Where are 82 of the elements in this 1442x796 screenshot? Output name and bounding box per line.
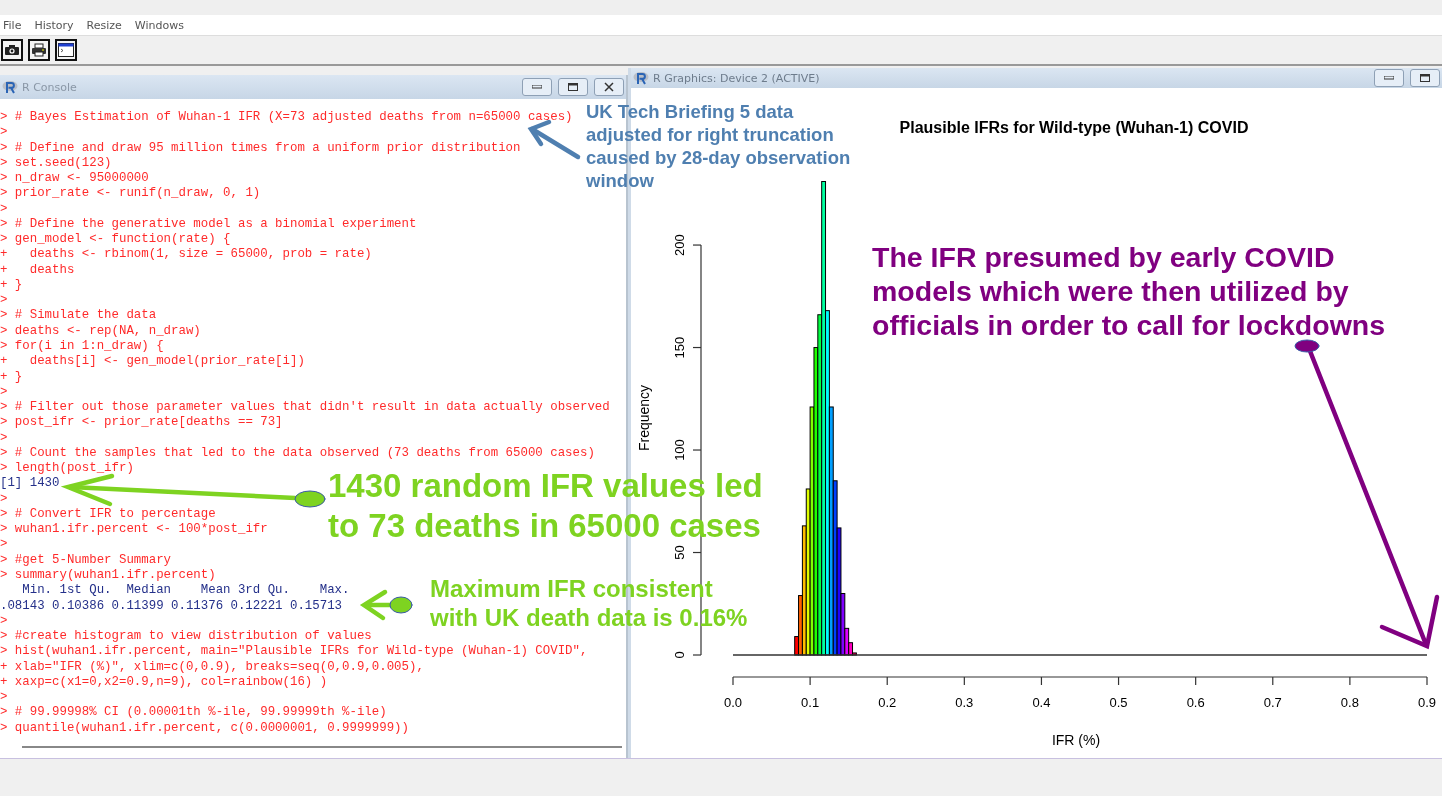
- console-line: + xlab="IFR (%)", xlim=c(0,0.9), breaks=seq(0,0.9,0.005),: [0, 659, 424, 675]
- console-output: [1] 1430: [0, 476, 60, 492]
- console-line: + }: [0, 277, 23, 294]
- console-line: >: [0, 384, 8, 401]
- annotation-text: The IFR presumed by early COVID models which were then utilized by officials in order to call for lockdowns: [872, 240, 1386, 342]
- maximize-button[interactable]: [558, 78, 588, 96]
- console-line: >: [0, 690, 8, 706]
- console-line: >: [0, 293, 8, 309]
- console-line: > #create histogram to view distribution of values: [0, 629, 372, 645]
- x-tick-label: 0.6: [1186, 695, 1205, 710]
- console-line: > # Convert IFR to percentage: [0, 506, 216, 523]
- close-icon: [604, 82, 614, 92]
- maximize-button[interactable]: [1410, 69, 1440, 87]
- console-line: > # Filter out those parameter values that didn't result in data actually observed: [0, 400, 610, 416]
- console-line: > prior_rate <- runif(n_draw, 0, 1): [0, 186, 261, 202]
- console-output: .08143 0.10386 0.11399 0.11376 0.12221 0.15713: [0, 598, 343, 614]
- console-line: + deaths[i] <- gen_model(prior_rate[i]): [0, 354, 305, 370]
- x-tick-label: 0.1: [801, 695, 820, 710]
- console-line: >: [0, 125, 8, 141]
- x-tick-label: 0.8: [1340, 695, 1359, 710]
- console-line: > post_ifr <- prior_rate[deaths == 73]: [0, 415, 283, 431]
- console-line: > quantile(wuhan1.ifr.percent, c(0.0000001, 0.9999999)): [0, 720, 409, 736]
- close-button[interactable]: [594, 78, 624, 96]
- camera-icon[interactable]: [1, 39, 23, 61]
- console-line: >: [0, 491, 8, 507]
- console-line: > summary(wuhan1.ifr.percent): [0, 567, 216, 584]
- x-tick-label: 0.5: [1109, 695, 1128, 710]
- console-line: + xaxp=c(x1=0,x2=0.9,n=9), col=rainbow(16) ): [0, 674, 328, 691]
- x-tick-label: 0.9: [1417, 695, 1437, 710]
- console-output: Min. 1st Qu. Median Mean 3rd Qu. Max.: [21, 583, 350, 599]
- maximize-icon: [1420, 74, 1430, 82]
- console-line: > n_draw <- 95000000: [0, 171, 149, 187]
- minimize-icon: [1384, 76, 1394, 80]
- console-line: + deaths: [0, 262, 75, 278]
- console-line: > # Define and draw 95 million times from a uniform prior distribution: [0, 140, 521, 156]
- console-line: > hist(wuhan1.ifr.percent, main="Plausible IFRs for Wild-type (Wuhan-1) COVID",: [0, 644, 588, 660]
- console-line: >: [0, 201, 8, 217]
- console-window-icon[interactable]: [55, 39, 77, 61]
- minimize-icon: [532, 85, 542, 89]
- y-tick-label: 150: [672, 336, 687, 359]
- console-line: + deaths <- rbinom(1, size = 65000, prob = rate): [0, 247, 372, 263]
- menu-item[interactable]: File: [0, 18, 28, 32]
- console-line: > #get 5-Number Summary: [0, 552, 172, 568]
- maximize-icon: [568, 83, 578, 91]
- r-logo-icon: [633, 71, 649, 85]
- console-line: > gen_model <- function(rate) {: [0, 232, 231, 248]
- y-tick-label: 200: [672, 234, 687, 256]
- menu-item[interactable]: Windows: [131, 18, 190, 32]
- x-tick-label: 0.3: [955, 695, 974, 710]
- console-line: >: [0, 430, 8, 446]
- console-line: > # Define the generative model as a binomial experiment: [0, 216, 417, 233]
- console-line: > for(i in 1:n_draw) {: [0, 339, 164, 355]
- console-line: > # Count the samples that led to the data observed (73 deaths from 65000 cases): [0, 445, 595, 462]
- menu-item[interactable]: History: [31, 18, 80, 32]
- y-tick-label: 50: [672, 545, 687, 560]
- window-title: R Console: [22, 80, 78, 94]
- printer-icon[interactable]: [28, 39, 50, 61]
- x-axis-label: IFR (%): [1051, 732, 1101, 748]
- annotation-text: UK Tech Briefing 5 data adjusted for right truncation caused by 28-day observation window: [586, 100, 851, 192]
- minimize-button[interactable]: [522, 78, 552, 96]
- y-tick-label: 0: [672, 651, 687, 659]
- console-line: > set.seed(123): [0, 155, 112, 172]
- minimize-button[interactable]: [1374, 69, 1404, 87]
- menu-item[interactable]: Resize: [83, 18, 128, 32]
- console-line: >: [0, 613, 8, 630]
- y-axis-label: Frequency: [636, 384, 652, 452]
- x-tick-label: 0.0: [723, 695, 743, 710]
- x-tick-label: 0.4: [1032, 695, 1051, 710]
- console-line: >: [0, 537, 8, 553]
- x-tick-label: 0.7: [1263, 695, 1282, 710]
- console-line: + }: [0, 369, 23, 385]
- console-line: > # 99.99998% CI (0.00001th %-ile, 99.99999th %-ile): [0, 705, 387, 721]
- console-line: > wuhan1.ifr.percent <- 100*post_ifr: [0, 522, 268, 538]
- console-line: > # Simulate the data: [0, 308, 157, 324]
- console-line: > # Bayes Estimation of Wuhan-1 IFR (X=73 adjusted deaths from n=65000 cases): [0, 110, 573, 126]
- console-line: > deaths <- rep(NA, n_draw): [0, 323, 201, 339]
- r-logo-icon: [2, 80, 18, 94]
- chart-title: Plausible IFRs for Wild-type (Wuhan-1) COVID: [899, 119, 1249, 136]
- console-line: > length(post_ifr): [0, 461, 134, 477]
- y-tick-label: 100: [672, 439, 687, 461]
- x-tick-label: 0.2: [878, 695, 897, 710]
- window-title: R Graphics: Device 2 (ACTIVE): [653, 71, 821, 85]
